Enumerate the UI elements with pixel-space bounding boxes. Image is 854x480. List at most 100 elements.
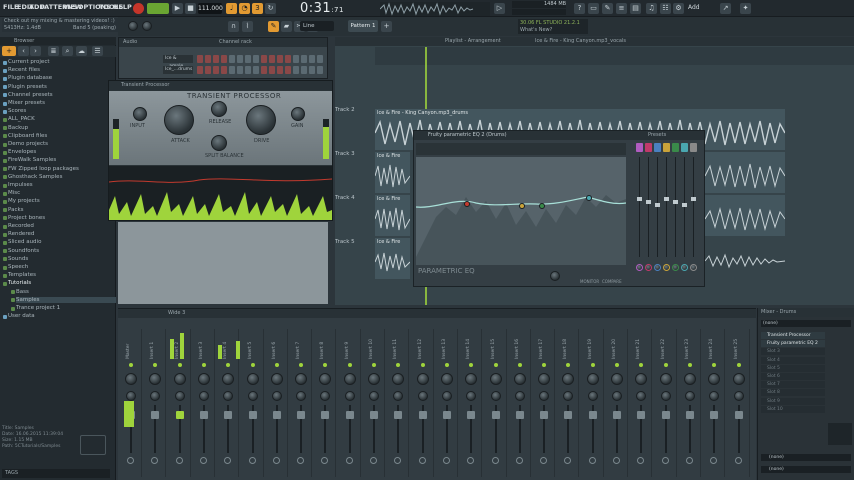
mixer-fader-handle[interactable] [442, 411, 451, 419]
eq-band-slider-track[interactable] [648, 157, 649, 257]
insert-slot[interactable]: Slot 10 [761, 405, 825, 413]
browser-item[interactable]: Scores [8, 108, 26, 114]
mixer-stereo-knob[interactable] [684, 391, 695, 401]
mixer-stereo-knob[interactable] [514, 391, 525, 401]
mixer-pan-knob[interactable] [732, 373, 745, 385]
step-button[interactable] [261, 55, 267, 63]
mixer-stereo-knob[interactable] [344, 391, 355, 401]
release-knob[interactable] [211, 101, 227, 117]
loop-record-icon[interactable]: ↻ [265, 3, 276, 14]
countdown-icon[interactable]: 3 [252, 3, 263, 14]
insert-slot[interactable]: Transient Processor [761, 332, 825, 339]
eq-band-slider-handle[interactable] [682, 203, 687, 207]
mixer-route-icon[interactable] [491, 457, 499, 464]
mixer-stereo-knob[interactable] [636, 391, 647, 401]
piano-icon[interactable]: ♫ [646, 3, 657, 14]
mixer-strip-led[interactable] [201, 363, 206, 367]
mixer-strip-led[interactable] [736, 363, 741, 367]
playlist-icon[interactable]: ☷ [660, 3, 671, 14]
mixer-strip-led[interactable] [542, 363, 547, 367]
mixer-icon[interactable]: ≡ [616, 3, 627, 14]
clip-track4-b[interactable] [705, 195, 785, 236]
insert-slot[interactable]: Slot 8 [761, 389, 825, 397]
browser-item[interactable]: Soundfonts [8, 248, 39, 254]
insert-input-select[interactable]: (none) [761, 320, 851, 327]
browser-item[interactable]: Sounds [8, 256, 28, 262]
mixer-strip-led[interactable] [226, 363, 231, 367]
mixer-strip-led[interactable] [396, 363, 401, 367]
mixer-strip-led[interactable] [590, 363, 595, 367]
mixer-fader-handle[interactable] [297, 411, 306, 419]
mixer-insert-strip[interactable]: Insert 20 [606, 329, 628, 477]
track-label-2[interactable]: Track 2 [335, 107, 355, 113]
mixer-route-icon[interactable] [613, 457, 620, 464]
mixer-stereo-knob[interactable] [174, 391, 185, 401]
step-button[interactable] [277, 55, 283, 63]
step-button[interactable] [309, 55, 315, 63]
step-button[interactable] [253, 55, 259, 63]
mixer-insert-strip[interactable]: Insert 13 [436, 329, 458, 477]
mixer-strip-led[interactable] [129, 363, 133, 367]
mixer-stereo-knob[interactable] [320, 391, 331, 401]
channel-filter[interactable]: Audio [123, 39, 137, 45]
mixer-pan-knob[interactable] [586, 373, 599, 385]
browser-item[interactable]: Mixer presets [8, 100, 45, 106]
plugin-icon[interactable]: ⚙ [673, 3, 684, 14]
eq-band-button[interactable] [681, 143, 688, 152]
mixer-stereo-knob[interactable] [198, 391, 209, 401]
mixer-stereo-knob[interactable] [223, 391, 234, 401]
insert-output-2[interactable]: (none) [761, 466, 851, 473]
clip-track5-a[interactable]: Ice & Fire [375, 238, 410, 279]
mixer-insert-strip[interactable]: Insert 23 [679, 329, 701, 477]
mixer-stereo-knob[interactable] [150, 391, 161, 401]
split-balance-knob[interactable] [211, 135, 227, 151]
mixer-insert-strip[interactable]: Insert 19 [582, 329, 604, 477]
mixer-stereo-knob[interactable] [393, 391, 404, 401]
browser-item[interactable]: User data [8, 313, 35, 319]
eq-compare-label[interactable]: COMPARE [602, 279, 622, 284]
mixer-insert-strip[interactable]: Insert 14 [460, 329, 483, 477]
mixer-strip-led[interactable] [566, 363, 571, 367]
clip-track4-a[interactable]: Ice & Fire [375, 195, 410, 236]
browser-item[interactable]: Clipboard files [8, 133, 47, 139]
menu-help[interactable]: HELP [113, 3, 132, 11]
mixer-route-icon[interactable] [199, 457, 207, 464]
eq-band-slider-track[interactable] [693, 157, 694, 257]
eq-band-button[interactable] [654, 143, 661, 152]
step-button[interactable] [269, 66, 275, 74]
mixer-stereo-knob[interactable] [587, 391, 598, 401]
mixer-pan-knob[interactable] [635, 373, 648, 385]
pattern-add-icon[interactable]: + [381, 21, 392, 32]
browser-item[interactable]: Demo projects [8, 141, 48, 147]
track-label-5[interactable]: Track 5 [335, 239, 355, 245]
mixer-insert-strip[interactable]: Insert 15 [485, 329, 507, 477]
step-button[interactable] [277, 66, 283, 74]
eq-band-slider-track[interactable] [657, 157, 658, 257]
mixer-insert-strip[interactable]: Insert 21 [630, 329, 653, 477]
browser-menu-icon[interactable]: ☰ [92, 46, 103, 56]
browser-item[interactable]: Speech [8, 264, 28, 270]
mixer-route-icon[interactable] [637, 457, 645, 464]
step-button[interactable] [237, 66, 243, 74]
browser-item[interactable]: Sliced audio [8, 239, 41, 245]
star-icon[interactable]: ✦ [740, 3, 751, 14]
mixer-pan-knob[interactable] [538, 373, 551, 385]
news-panel[interactable]: 30.06 FL STUDIO 21.2.1 What's New? [518, 19, 588, 34]
eq-band-knob[interactable] [654, 264, 661, 271]
step-button[interactable] [229, 66, 235, 74]
eq-band-slider-handle[interactable] [655, 203, 660, 207]
channel-row-1[interactable]: Ice & ...ample [163, 55, 193, 69]
browser-item[interactable]: Backup [8, 125, 28, 131]
mixer-stereo-knob[interactable] [490, 391, 501, 401]
step-button[interactable] [317, 66, 323, 74]
mixer-strip-led[interactable] [153, 363, 158, 367]
mixer-route-icon[interactable] [345, 457, 353, 464]
mixer-fader-handle[interactable] [710, 411, 719, 419]
step-button[interactable] [213, 66, 219, 74]
mixer-pan-knob[interactable] [270, 373, 283, 385]
browser-item[interactable]: Trance project 1 [16, 305, 60, 311]
mixer-insert-strip[interactable]: Insert 9 [339, 329, 361, 477]
mixer-pan-knob[interactable] [392, 373, 405, 385]
mixer-pan-knob[interactable] [513, 373, 526, 385]
mixer-fader-handle[interactable] [394, 411, 403, 419]
